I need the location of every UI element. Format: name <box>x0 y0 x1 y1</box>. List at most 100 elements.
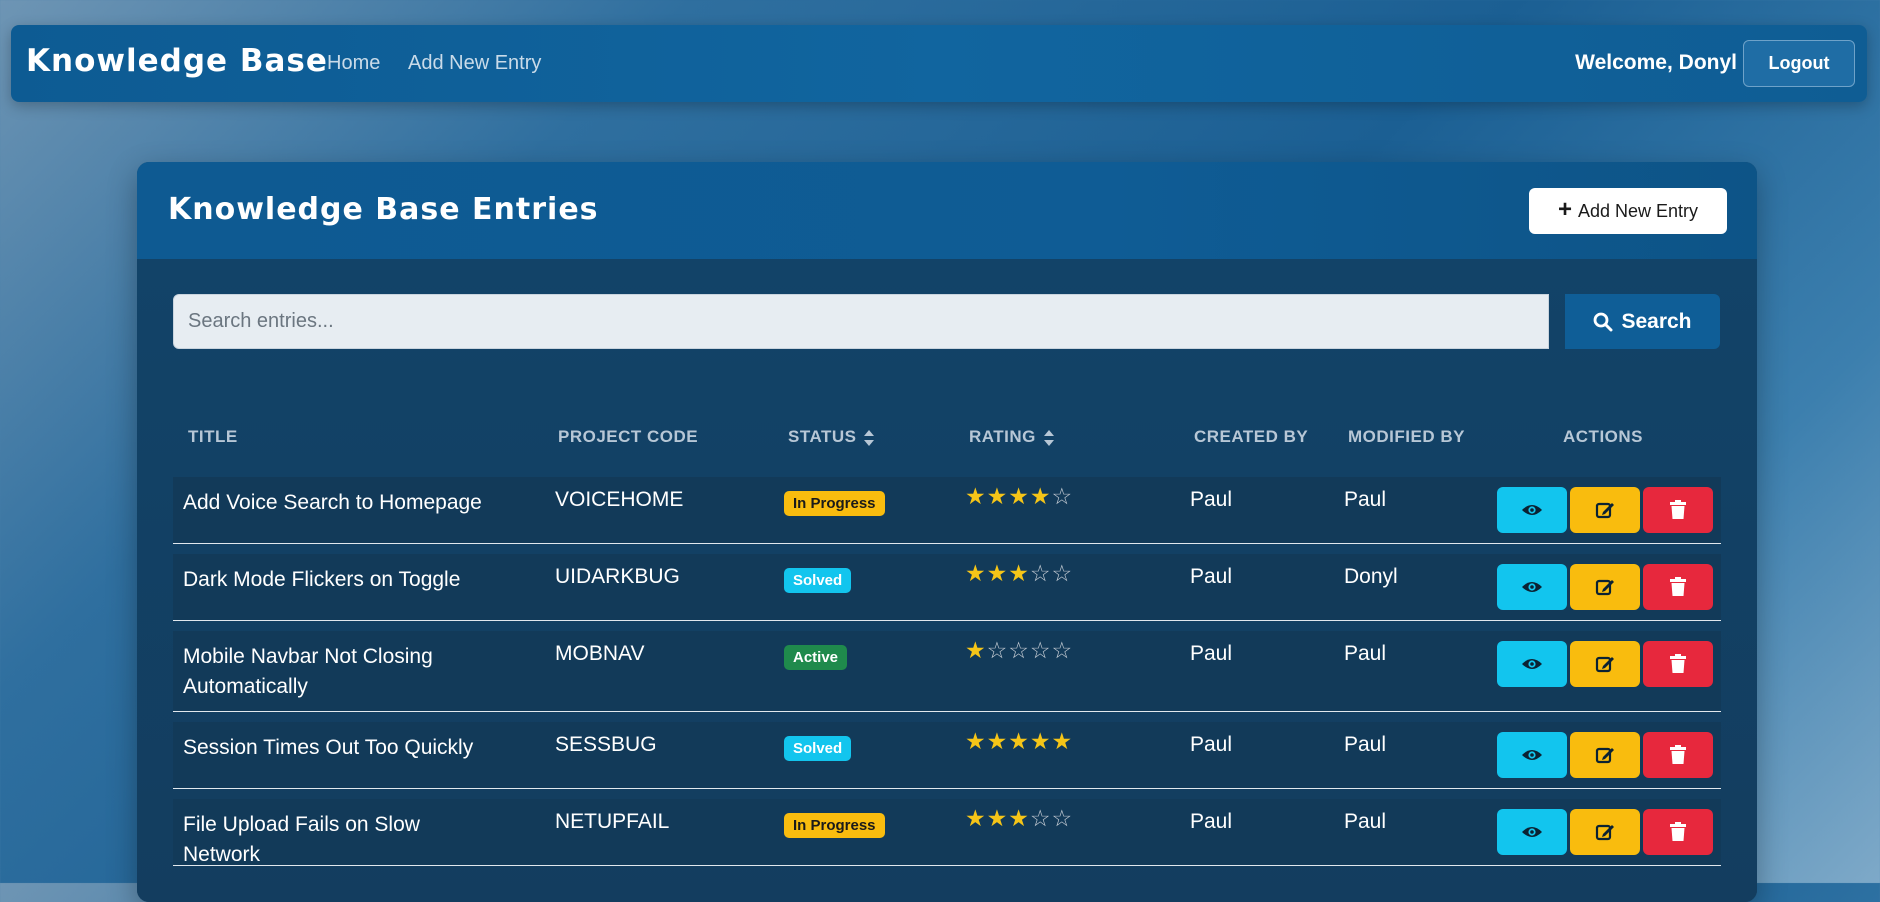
edit-icon <box>1595 747 1614 764</box>
rating-stars: ★★★☆☆ <box>965 807 1073 831</box>
welcome-text: Welcome, Donyl <box>1575 51 1737 74</box>
rating-stars: ★☆☆☆☆ <box>965 639 1073 663</box>
created-by: Paul <box>1190 733 1233 756</box>
star-filled-icon: ★ <box>965 638 987 664</box>
star-empty-icon: ☆ <box>1051 484 1074 510</box>
star-empty-icon: ☆ <box>1029 561 1052 587</box>
table-row: Mobile Navbar Not Closing Automatically M… <box>173 631 1721 712</box>
delete-button[interactable] <box>1643 564 1713 610</box>
table-row: Dark Mode Flickers on Toggle UIDARKBUG Sol… <box>173 554 1721 621</box>
edit-button[interactable] <box>1570 487 1640 533</box>
sort-icon[interactable] <box>1043 429 1054 446</box>
header-title: TITLE <box>188 427 238 446</box>
delete-button[interactable] <box>1643 809 1713 855</box>
eye-icon <box>1522 582 1542 592</box>
card-header: Knowledge Base Entries + Add New Entry <box>137 162 1757 259</box>
trash-icon <box>1670 500 1686 519</box>
view-button[interactable] <box>1497 641 1567 687</box>
edit-icon <box>1595 656 1614 673</box>
status-badge: Active <box>784 645 848 670</box>
star-filled-icon: ★ <box>965 806 987 832</box>
view-button[interactable] <box>1497 564 1567 610</box>
eye-icon <box>1522 659 1542 669</box>
modified-by: Paul <box>1344 642 1387 665</box>
status-badge: Solved <box>784 568 852 593</box>
rating-stars: ★★★★★ <box>965 730 1073 754</box>
search-button[interactable]: Search <box>1565 294 1720 349</box>
nav-link-home[interactable]: Home <box>327 52 380 75</box>
status-badge: In Progress <box>784 491 885 516</box>
entry-title[interactable]: Session Times Out Too Quickly <box>183 733 483 763</box>
add-new-entry-label: Add New Entry <box>1577 200 1699 221</box>
view-button[interactable] <box>1497 809 1567 855</box>
header-project-code: PROJECT CODE <box>558 427 699 446</box>
star-filled-icon: ★ <box>965 561 987 587</box>
project-code: NETUPFAIL <box>555 810 670 833</box>
edit-button[interactable] <box>1570 809 1640 855</box>
header-status-label: STATUS <box>788 427 857 446</box>
trash-icon <box>1670 745 1686 764</box>
card-body: Search TITLE PROJECT CODE STATUS RATING … <box>137 259 1757 902</box>
edit-button[interactable] <box>1570 564 1640 610</box>
header-modified-by: MODIFIED BY <box>1348 427 1465 446</box>
edit-button[interactable] <box>1570 641 1640 687</box>
star-filled-icon: ★ <box>1008 729 1030 755</box>
edit-button[interactable] <box>1570 732 1640 778</box>
star-filled-icon: ★ <box>986 729 1009 755</box>
eye-icon <box>1522 750 1542 760</box>
project-code: SESSBUG <box>555 733 657 756</box>
star-filled-icon: ★ <box>1008 806 1030 832</box>
table-row: Session Times Out Too Quickly SESSBUG Solv… <box>173 722 1721 789</box>
entry-title[interactable]: Mobile Navbar Not Closing Automatically <box>183 642 483 702</box>
status-badge: In Progress <box>784 813 885 838</box>
created-by: Paul <box>1190 488 1233 511</box>
star-filled-icon: ★ <box>986 484 1009 510</box>
view-button[interactable] <box>1497 732 1567 778</box>
star-filled-icon: ★ <box>1051 729 1074 755</box>
entry-title[interactable]: Dark Mode Flickers on Toggle <box>183 565 483 595</box>
header-status[interactable]: STATUS <box>788 427 875 447</box>
star-filled-icon: ★ <box>1029 729 1052 755</box>
star-empty-icon: ☆ <box>1029 806 1052 832</box>
delete-button[interactable] <box>1643 641 1713 687</box>
star-filled-icon: ★ <box>986 561 1009 587</box>
edit-icon <box>1595 824 1614 841</box>
page-title: Knowledge Base Entries <box>168 192 599 227</box>
status-badge: Solved <box>784 736 852 761</box>
header-created-by: CREATED BY <box>1194 427 1309 446</box>
sort-icon[interactable] <box>864 429 875 446</box>
modified-by: Paul <box>1344 733 1387 756</box>
star-empty-icon: ☆ <box>1029 638 1052 664</box>
trash-icon <box>1670 577 1686 596</box>
rating-stars: ★★★★☆ <box>965 485 1073 509</box>
entry-title[interactable]: File Upload Fails on Slow Network <box>183 810 483 870</box>
created-by: Paul <box>1190 810 1233 833</box>
add-new-entry-button[interactable]: + Add New Entry <box>1529 188 1727 234</box>
modified-by: Paul <box>1344 810 1387 833</box>
brand-title[interactable]: Knowledge Base <box>26 43 328 79</box>
star-filled-icon: ★ <box>986 806 1009 832</box>
eye-icon <box>1522 505 1542 515</box>
star-empty-icon: ☆ <box>1051 806 1074 832</box>
project-code: VOICEHOME <box>555 488 684 511</box>
trash-icon <box>1670 654 1686 673</box>
eye-icon <box>1522 827 1542 837</box>
logout-button[interactable]: Logout <box>1743 40 1855 87</box>
plus-icon: + <box>1557 195 1572 223</box>
project-code: UIDARKBUG <box>555 565 680 588</box>
search-input[interactable] <box>173 294 1549 349</box>
star-filled-icon: ★ <box>965 484 987 510</box>
delete-button[interactable] <box>1643 732 1713 778</box>
header-rating[interactable]: RATING <box>969 427 1054 447</box>
nav-link-add-new-entry[interactable]: Add New Entry <box>408 52 541 75</box>
delete-button[interactable] <box>1643 487 1713 533</box>
search-icon <box>1594 312 1613 331</box>
view-button[interactable] <box>1497 487 1567 533</box>
project-code: MOBNAV <box>555 642 645 665</box>
table-row: Add Voice Search to Homepage VOICEHOME In … <box>173 477 1721 544</box>
rating-stars: ★★★☆☆ <box>965 562 1073 586</box>
entry-title[interactable]: Add Voice Search to Homepage <box>183 488 483 518</box>
table-row: File Upload Fails on Slow Network NETUPFA… <box>173 799 1721 866</box>
top-navbar: Knowledge Base Home Add New Entry Welcom… <box>11 25 1867 102</box>
star-filled-icon: ★ <box>1029 484 1052 510</box>
